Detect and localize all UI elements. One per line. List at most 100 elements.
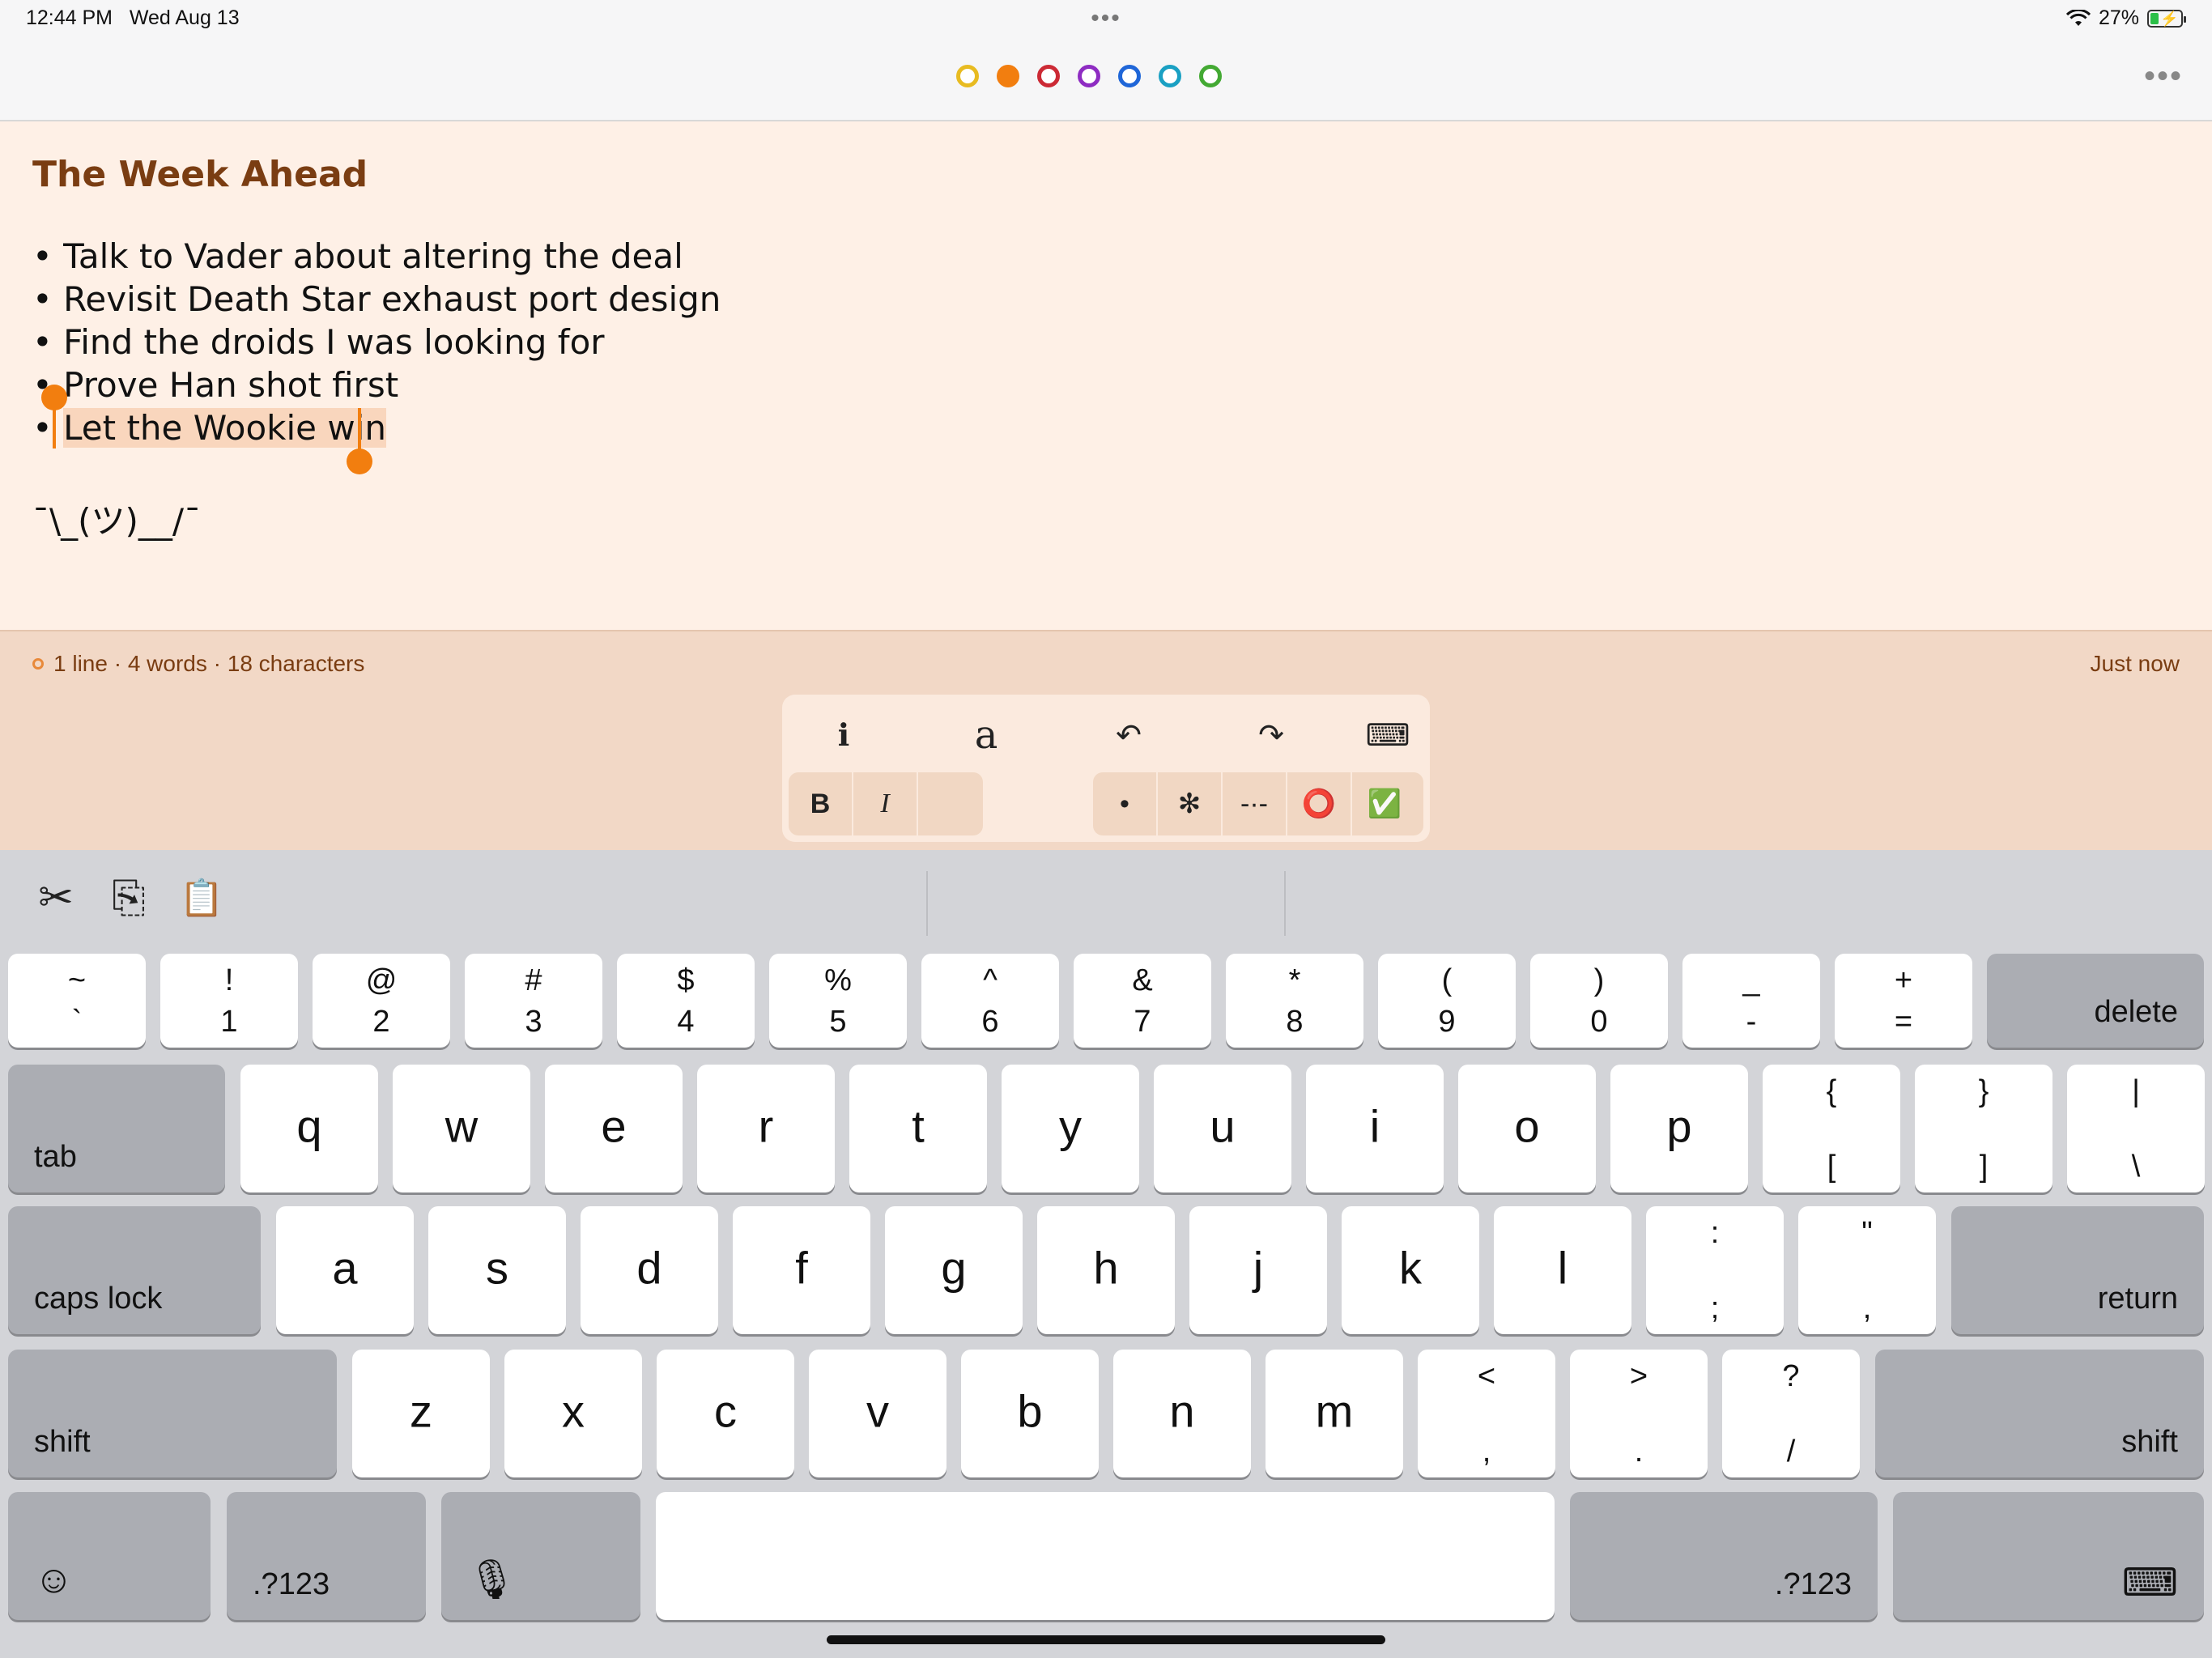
- key-r[interactable]: r: [697, 1065, 835, 1192]
- selection-start-handle[interactable]: [41, 385, 67, 410]
- numbers-toggle-key[interactable]: .?123: [227, 1492, 426, 1620]
- paste-icon[interactable]: 📋: [173, 869, 230, 926]
- key-8[interactable]: * 8: [1226, 954, 1363, 1048]
- checkmark-emoji-button[interactable]: ✅: [1352, 772, 1417, 835]
- key-f[interactable]: f: [733, 1206, 870, 1334]
- key-symbol[interactable]: ? /: [1722, 1350, 1860, 1477]
- key-symbol[interactable]: <,: [1418, 1350, 1555, 1477]
- key-6[interactable]: ^ 6: [921, 954, 1059, 1048]
- key--[interactable]: _ -: [1682, 954, 1820, 1048]
- key-1[interactable]: ! 1: [160, 954, 298, 1048]
- note-line: • Revisit Death Star exhaust port design: [32, 279, 721, 319]
- key-symbol[interactable]: | \: [2067, 1065, 2205, 1192]
- undo-icon[interactable]: ↶: [1104, 711, 1153, 759]
- key-label: return: [2097, 1282, 2178, 1316]
- asterisk-button[interactable]: ✻: [1158, 772, 1223, 835]
- key-k[interactable]: k: [1342, 1206, 1479, 1334]
- color-swatch[interactable]: [1159, 65, 1181, 87]
- bullet-button[interactable]: •: [1093, 772, 1158, 835]
- key-symbol[interactable]: >.: [1570, 1350, 1708, 1477]
- battery-icon: ⚡: [2147, 9, 2186, 28]
- key-label: ?: [1782, 1359, 1800, 1393]
- italic-button[interactable]: I: [853, 772, 918, 835]
- key-a[interactable]: a: [276, 1206, 414, 1334]
- emoji-key[interactable]: ☺: [8, 1492, 211, 1620]
- key-0[interactable]: ) 0: [1530, 954, 1668, 1048]
- empty-style-button[interactable]: [918, 772, 983, 835]
- key-=[interactable]: + =: [1835, 954, 1972, 1048]
- key-s[interactable]: s: [428, 1206, 566, 1334]
- color-swatch[interactable]: [1078, 65, 1100, 87]
- key-x[interactable]: x: [504, 1350, 642, 1477]
- key-label: r: [758, 1100, 774, 1152]
- key-5[interactable]: % 5: [769, 954, 907, 1048]
- return-key[interactable]: return: [1951, 1206, 2204, 1334]
- key-h[interactable]: h: [1037, 1206, 1175, 1334]
- info-icon[interactable]: ℹ: [819, 711, 868, 759]
- key-2[interactable]: @2: [313, 954, 450, 1048]
- color-swatch[interactable]: [1118, 65, 1141, 87]
- key-e[interactable]: e: [545, 1065, 683, 1192]
- key-d[interactable]: d: [581, 1206, 718, 1334]
- color-swatch[interactable]: [1199, 65, 1222, 87]
- caps-lock-key[interactable]: caps lock: [8, 1206, 261, 1334]
- key-u[interactable]: u: [1154, 1065, 1291, 1192]
- key-4[interactable]: $4: [617, 954, 755, 1048]
- key-l[interactable]: l: [1494, 1206, 1631, 1334]
- selection-end-handle[interactable]: [347, 449, 372, 474]
- key-o[interactable]: o: [1458, 1065, 1596, 1192]
- key-label: }: [1978, 1074, 1989, 1108]
- key-m[interactable]: m: [1266, 1350, 1403, 1477]
- key-v[interactable]: v: [809, 1350, 946, 1477]
- key-p[interactable]: p: [1610, 1065, 1748, 1192]
- key-label: #: [525, 963, 542, 997]
- key-symbol[interactable]: }]: [1915, 1065, 2052, 1192]
- bullet: •: [32, 408, 64, 448]
- redo-icon[interactable]: ↷: [1247, 711, 1295, 759]
- color-swatch[interactable]: [997, 65, 1019, 87]
- key-symbol[interactable]: :;: [1646, 1206, 1784, 1334]
- color-swatch[interactable]: [1037, 65, 1060, 87]
- color-swatch[interactable]: [956, 65, 979, 87]
- key-w[interactable]: w: [393, 1065, 530, 1192]
- key-g[interactable]: g: [885, 1206, 1023, 1334]
- key-b[interactable]: b: [961, 1350, 1099, 1477]
- key-z[interactable]: z: [352, 1350, 490, 1477]
- right-shift-key[interactable]: shift: [1875, 1350, 2204, 1477]
- selected-text[interactable]: Let the Wookie win: [63, 408, 387, 448]
- suggestion-divider: [926, 871, 928, 936]
- key-t[interactable]: t: [849, 1065, 987, 1192]
- delete-key[interactable]: delete: [1987, 954, 2204, 1048]
- key-9[interactable]: (9: [1378, 954, 1516, 1048]
- circle-emoji-button[interactable]: ⭕: [1287, 772, 1352, 835]
- key-symbol[interactable]: {[: [1763, 1065, 1900, 1192]
- left-shift-key[interactable]: shift: [8, 1350, 337, 1477]
- key-q[interactable]: q: [240, 1065, 378, 1192]
- key-`[interactable]: ~ `: [8, 954, 146, 1048]
- numbers-toggle-key[interactable]: .?123: [1570, 1492, 1878, 1620]
- multitasking-dots-icon[interactable]: •••: [1091, 5, 1121, 32]
- dismiss-keyboard-key[interactable]: ⌨: [1893, 1492, 2204, 1620]
- key-j[interactable]: j: [1189, 1206, 1327, 1334]
- key-symbol[interactable]: ",: [1798, 1206, 1936, 1334]
- note-stats: 1 line · 4 words · 18 characters: [32, 651, 364, 677]
- key-n[interactable]: n: [1113, 1350, 1251, 1477]
- bold-button[interactable]: B: [789, 772, 853, 835]
- key-y[interactable]: y: [1002, 1065, 1139, 1192]
- space-bar[interactable]: [656, 1492, 1555, 1620]
- note-editor[interactable]: The Week Ahead • Talk to Vader about alt…: [0, 121, 2212, 630]
- copy-icon[interactable]: ⎘: [100, 869, 157, 926]
- keyboard-options-icon[interactable]: ⌨: [1363, 711, 1412, 759]
- key-c[interactable]: c: [657, 1350, 794, 1477]
- key-3[interactable]: #3: [465, 954, 602, 1048]
- home-indicator[interactable]: [827, 1635, 1385, 1644]
- font-button[interactable]: a: [962, 711, 1010, 759]
- cut-icon[interactable]: ✂: [28, 869, 84, 926]
- divider-button[interactable]: -·-: [1223, 772, 1287, 835]
- status-indicators: 27% ⚡: [2065, 6, 2186, 30]
- key-i[interactable]: i: [1306, 1065, 1444, 1192]
- tab-key[interactable]: tab: [8, 1065, 225, 1192]
- dictation-key[interactable]: 🎙: [441, 1492, 640, 1620]
- more-options-button[interactable]: •••: [2144, 58, 2183, 95]
- key-7[interactable]: & 7: [1074, 954, 1211, 1048]
